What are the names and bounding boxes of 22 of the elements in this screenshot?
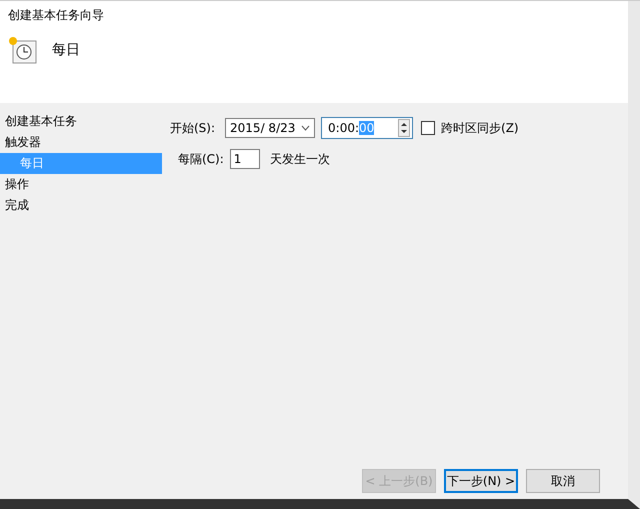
spinner-icon[interactable] — [398, 119, 410, 137]
clock-icon — [8, 36, 38, 64]
interval-field[interactable]: 1 — [230, 149, 260, 169]
checkbox-label: 跨时区同步(Z) — [441, 120, 519, 136]
sidebar-item[interactable]: 创建基本任务 — [0, 111, 162, 132]
checkbox[interactable] — [421, 121, 436, 135]
window-title: 创建基本任务向导 — [8, 7, 104, 24]
time-field[interactable]: 0:00:00 — [321, 117, 414, 139]
sidebar-item[interactable]: 触发器 — [0, 132, 162, 153]
interval-suffix: 天发生一次 — [270, 150, 330, 168]
time-value: 0:00: — [328, 121, 360, 135]
wizard-button[interactable]: 下一步(N) > — [444, 469, 518, 493]
time-selection: 00 — [359, 121, 374, 135]
sidebar-item[interactable]: 完成 — [0, 195, 162, 216]
interval-label: 每隔(C): — [178, 150, 224, 168]
wizard-button[interactable]: 取消 — [526, 469, 600, 493]
date-picker[interactable]: 2015/ 8/23 — [225, 118, 316, 138]
sidebar-item[interactable]: 操作 — [0, 174, 162, 195]
page-heading: 每日 — [52, 41, 80, 59]
date-value: 2015/ 8/23 — [230, 121, 296, 135]
start-label: 开始(S): — [170, 120, 216, 136]
caret-icon — [301, 125, 310, 131]
